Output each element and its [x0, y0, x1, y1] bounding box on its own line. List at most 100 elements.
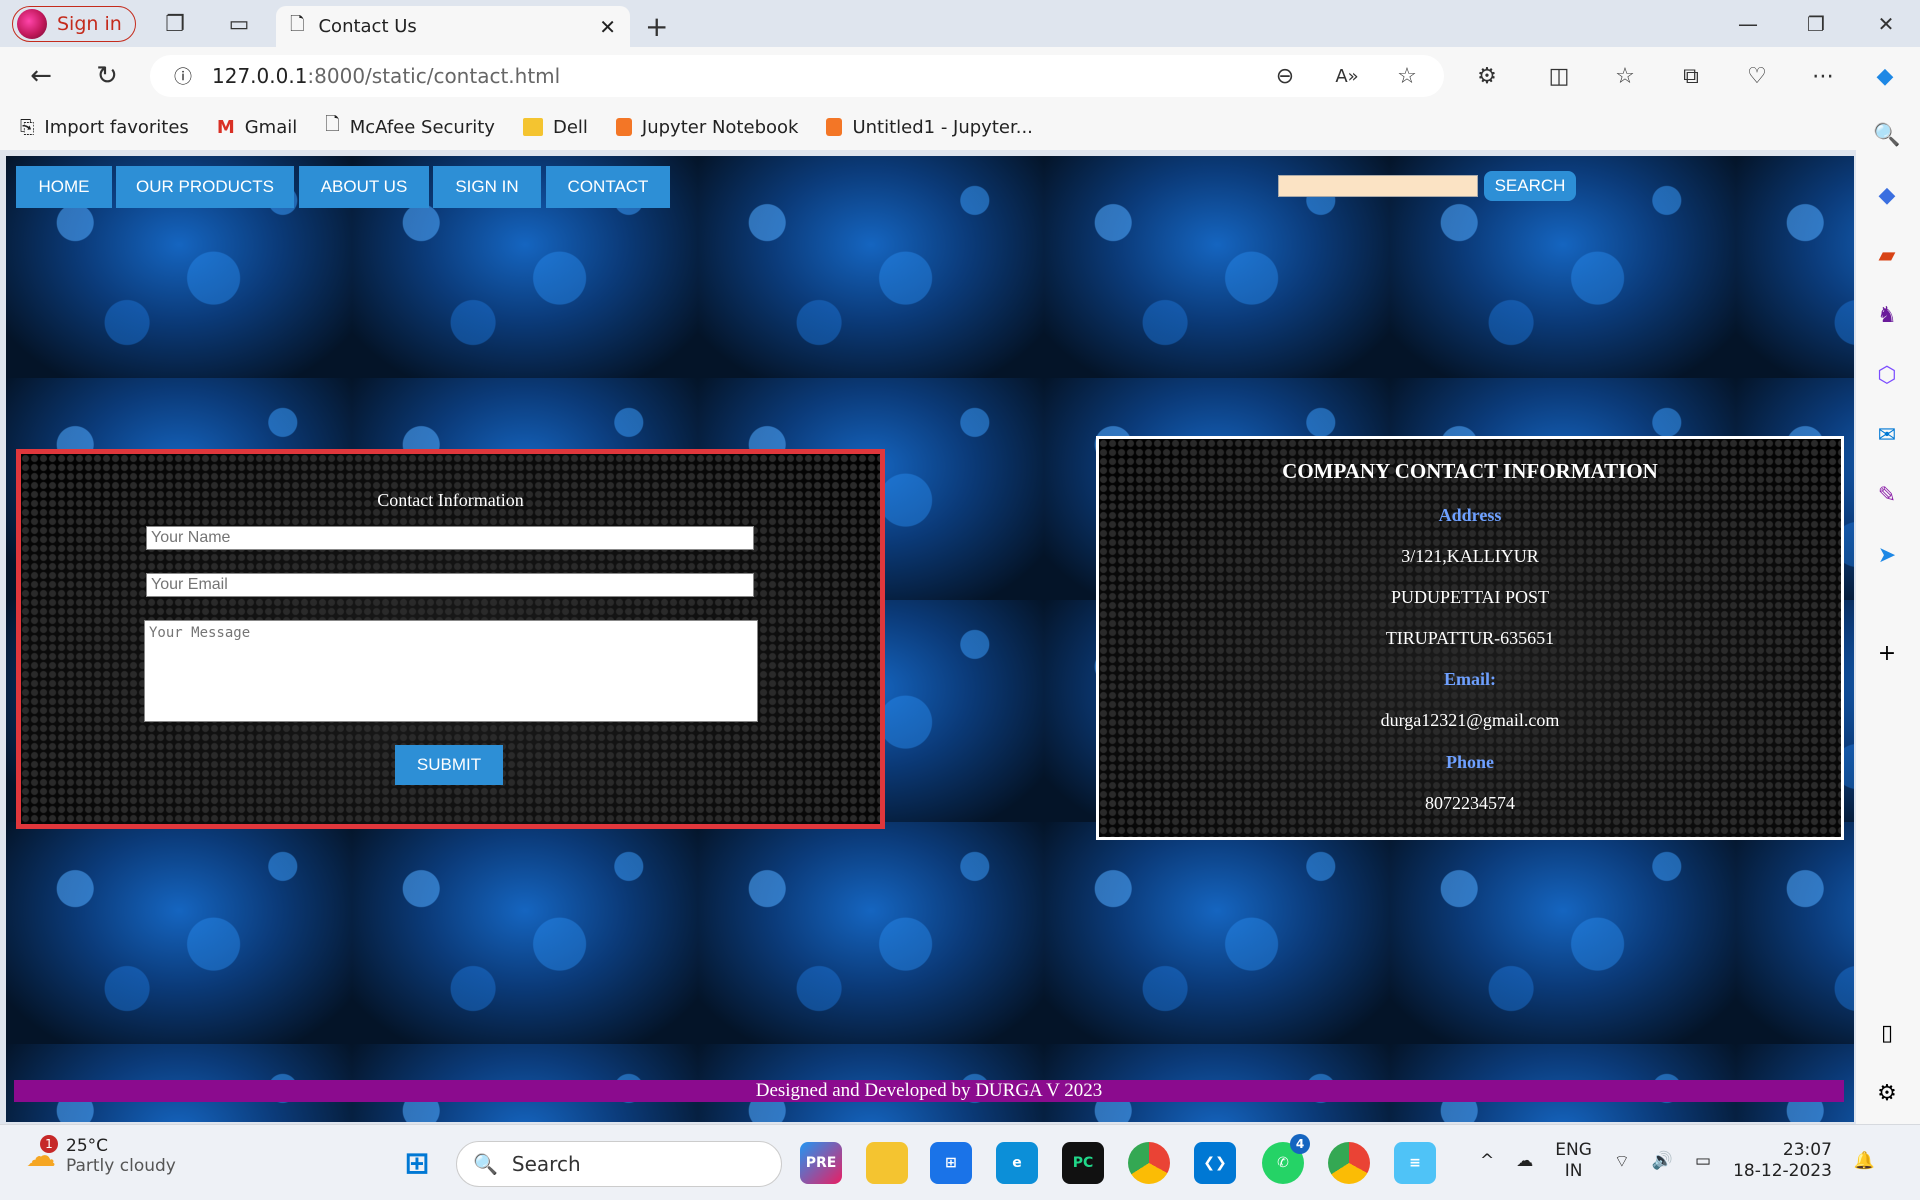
zoom-out-icon[interactable]: ⊖ [1266, 57, 1304, 95]
address-bar[interactable]: ⓘ 127.0.0.1:8000/static/contact.html [150, 55, 1444, 97]
address-line: TIRUPATTUR-635651 [1385, 628, 1555, 648]
site-info-icon[interactable]: ⓘ [174, 63, 192, 89]
profile-sign-in-button[interactable]: Sign in [12, 6, 136, 42]
nav-our-products[interactable]: OUR PRODUCTS [116, 166, 294, 208]
sidebar-games-icon[interactable]: ♞ [1870, 298, 1904, 332]
chrome-icon[interactable] [1328, 1142, 1370, 1184]
vscode-icon[interactable]: ❮❯ [1194, 1142, 1236, 1184]
tab-contact-us[interactable]: 🗋 Contact Us ✕ [276, 6, 630, 47]
copilot-app-icon[interactable]: PRE [800, 1142, 842, 1184]
refresh-icon[interactable]: ↻ [88, 57, 126, 95]
notepad-icon[interactable]: ≡ [1394, 1142, 1436, 1184]
sidebar-settings-icon[interactable]: ⚙ [1870, 1076, 1904, 1110]
gmail-icon: M [216, 116, 235, 138]
sidebar-microsoft365-icon[interactable]: ⬡ [1870, 358, 1904, 392]
import-icon: ⎘ [20, 116, 35, 138]
clock[interactable]: 23:07 18-12-2023 [1733, 1140, 1832, 1183]
notification-bell-icon[interactable]: 🔔 [1854, 1151, 1875, 1171]
chevron-up-icon[interactable]: ^ [1480, 1151, 1494, 1171]
sidebar-drop-icon[interactable]: ➤ [1870, 538, 1904, 572]
read-aloud-icon[interactable]: A» [1328, 57, 1366, 95]
tab-title: Contact Us [318, 16, 417, 37]
company-title: COMPANY CONTACT INFORMATION [1282, 459, 1658, 483]
favorite-star-icon[interactable]: ☆ [1388, 57, 1426, 95]
weather-widget[interactable]: ☁ 1 25°C Partly cloudy [26, 1134, 176, 1176]
onedrive-icon[interactable]: ☁ [1516, 1151, 1533, 1171]
name-field[interactable]: Your Name [146, 526, 754, 550]
jupyter-icon [615, 118, 632, 136]
restore-icon[interactable]: ❐ [1796, 8, 1836, 40]
address-line: 3/121,KALLIYUR [1401, 546, 1539, 566]
file-explorer-icon[interactable] [866, 1142, 908, 1184]
split-screen-icon[interactable]: ◫ [1540, 57, 1578, 95]
sidebar-shopping-icon[interactable]: ◆ [1870, 178, 1904, 212]
company-contact-panel: COMPANY CONTACT INFORMATION Address 3/12… [1096, 436, 1844, 840]
microsoft-store-icon[interactable]: ⊞ [930, 1142, 972, 1184]
favorite-gmail[interactable]: M Gmail [217, 117, 297, 138]
sidebar-outlook-icon[interactable]: ✉ [1870, 418, 1904, 452]
new-tab-icon[interactable]: + [645, 10, 668, 43]
minimize-icon[interactable]: — [1728, 8, 1768, 40]
search-icon: 🔍 [473, 1152, 498, 1176]
nav-about-us[interactable]: ABOUT US [299, 166, 429, 208]
sidebar-add-icon[interactable]: + [1870, 636, 1904, 670]
taskbar-search[interactable]: 🔍 Search [456, 1141, 782, 1187]
weather-temp: 25°C [66, 1136, 109, 1156]
favorite-mcafee[interactable]: 🗋 McAfee Security [325, 112, 495, 142]
sidebar-designer-icon[interactable]: ✎ [1870, 478, 1904, 512]
browser-essentials-icon[interactable]: ♡ [1738, 57, 1776, 95]
favorites-icon[interactable]: ☆ [1606, 57, 1644, 95]
edge-app-icon[interactable]: e [996, 1142, 1038, 1184]
page-icon: 🗋 [325, 114, 340, 135]
weather-icon: ☁ 1 [26, 1134, 58, 1174]
email-label: Email: [1444, 669, 1496, 689]
contact-form: Contact Information Your Name Your Email… [16, 449, 885, 829]
nav-home[interactable]: HOME [16, 166, 112, 208]
profile-avatar [17, 9, 47, 39]
close-window-icon[interactable]: ✕ [1866, 8, 1906, 40]
language-indicator[interactable]: ENG IN [1555, 1140, 1592, 1183]
nav-sign-in[interactable]: SIGN IN [433, 166, 541, 208]
favorite-untitled1[interactable]: Untitled1 - Jupyter... [826, 117, 1033, 138]
sidebar-search-icon[interactable]: 🔍 [1870, 118, 1904, 152]
sidebar-toggle-icon[interactable]: ▯ [1870, 1016, 1904, 1050]
collections-icon[interactable]: ⧉ [1672, 57, 1710, 95]
whatsapp-badge: 4 [1290, 1134, 1310, 1154]
battery-icon[interactable]: ▭ [1695, 1151, 1711, 1171]
weather-desc: Partly cloudy [66, 1156, 176, 1176]
favorite-jupyter[interactable]: Jupyter Notebook [615, 117, 798, 138]
system-tray: ^ ☁ ENG IN ⌔ 🔊 ▭ 23:07 18-12-2023 🔔 [1480, 1140, 1875, 1183]
close-tab-icon[interactable]: ✕ [599, 15, 616, 39]
search-input[interactable] [1278, 175, 1478, 197]
email-value: durga12321@gmail.com [1380, 710, 1560, 730]
taskbar-search-label: Search [511, 1152, 581, 1176]
email-field[interactable]: Your Email [146, 573, 754, 597]
phone-value: 8072234574 [1425, 793, 1515, 813]
web-page: HOME OUR PRODUCTS ABOUT US SIGN IN CONTA… [6, 156, 1854, 1122]
whatsapp-icon[interactable]: ✆ 4 [1262, 1134, 1310, 1184]
page-icon: 🗋 [290, 13, 305, 35]
more-menu-icon[interactable]: ⋯ [1804, 57, 1842, 95]
pycharm-icon[interactable]: PC [1062, 1142, 1104, 1184]
wifi-icon[interactable]: ⌔ [1614, 1151, 1630, 1172]
submit-button[interactable]: SUBMIT [395, 745, 503, 785]
profile-label: Sign in [57, 13, 122, 35]
search-button[interactable]: SEARCH [1484, 171, 1576, 201]
copilot-icon[interactable]: ◆ [1866, 57, 1904, 95]
message-textarea[interactable]: Your Message [144, 620, 758, 722]
extensions-icon[interactable]: ⚙ [1468, 57, 1506, 95]
nav-contact[interactable]: CONTACT [546, 166, 670, 208]
tab-actions-icon[interactable]: ▭ [220, 5, 258, 43]
favorite-dell[interactable]: Dell [522, 117, 588, 138]
form-title: Contact Information [377, 490, 524, 510]
favorite-import[interactable]: ⎘ Import favorites [20, 117, 189, 138]
start-icon[interactable]: ⊞ [396, 1142, 438, 1184]
sidebar-tools-icon[interactable]: ▰ [1870, 238, 1904, 272]
volume-icon[interactable]: 🔊 [1652, 1151, 1673, 1171]
workspaces-icon[interactable]: ❐ [156, 5, 194, 43]
phone-label: Phone [1445, 752, 1494, 772]
chrome-icon[interactable] [1128, 1142, 1170, 1184]
page-footer: Designed and Developed by DURGA V 2023 [14, 1080, 1844, 1102]
folder-icon [522, 118, 543, 136]
back-icon[interactable]: ← [22, 57, 60, 95]
